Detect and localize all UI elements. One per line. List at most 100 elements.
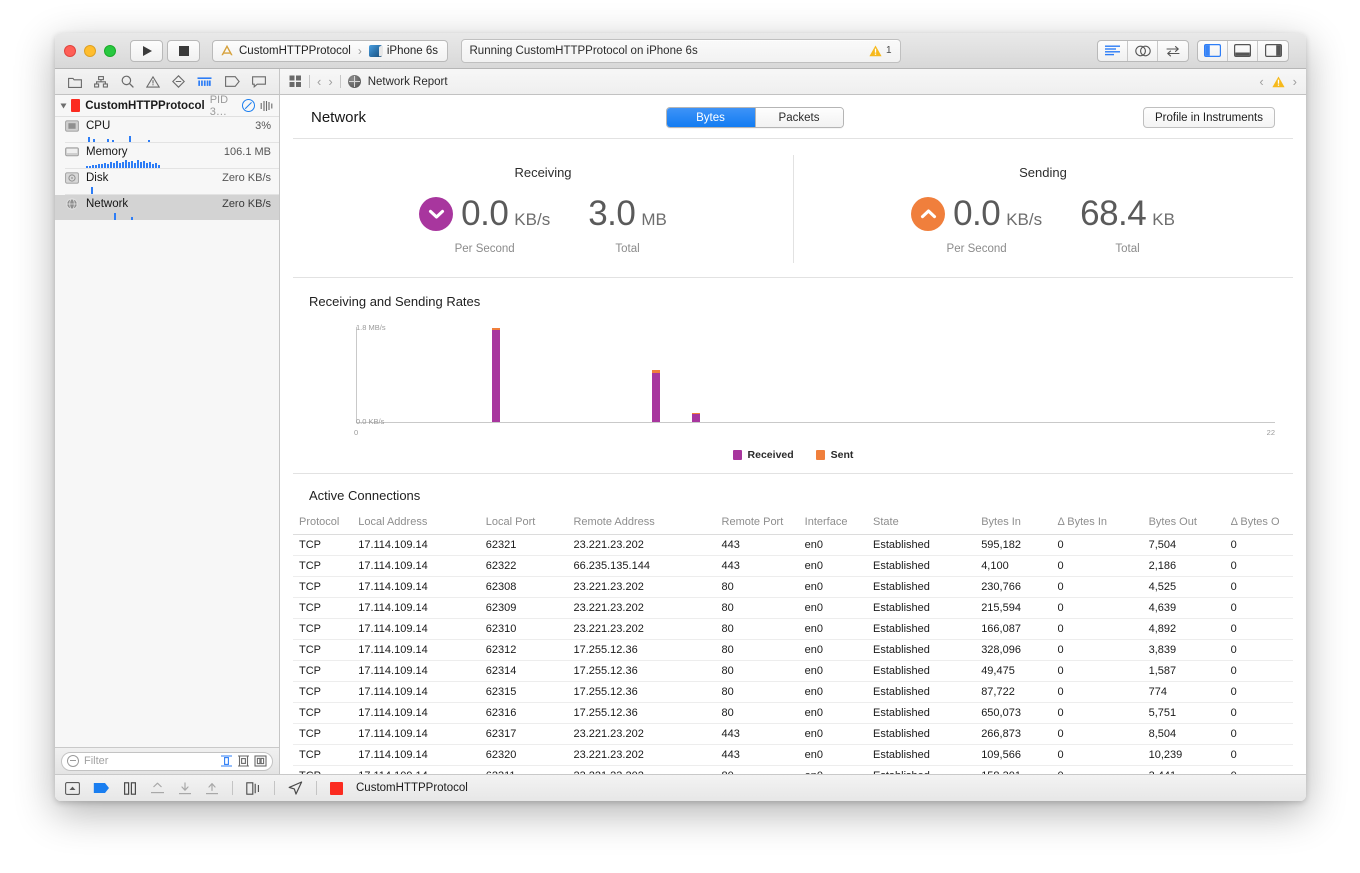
table-row[interactable]: TCP17.114.109.146231217.255.12.3680en0Es… — [293, 640, 1293, 661]
continue-flag-icon[interactable] — [93, 782, 110, 794]
table-row[interactable]: TCP17.114.109.146232123.221.23.202443en0… — [293, 535, 1293, 556]
sidebar-item-network[interactable]: Network Zero KB/s — [55, 195, 279, 220]
table-body: TCP17.114.109.146232123.221.23.202443en0… — [293, 535, 1293, 775]
sidebar-item-disk[interactable]: Disk Zero KB/s — [55, 169, 279, 194]
table-column-header[interactable]: Remote Port — [716, 513, 799, 535]
sidebar-value-disk: Zero KB/s — [222, 172, 271, 184]
toggle-navigator-button[interactable] — [1198, 41, 1228, 61]
next-issue-button[interactable]: › — [1293, 74, 1297, 89]
table-cell: 0 — [1051, 577, 1142, 598]
scheme-selector[interactable]: CustomHTTPProtocol › iPhone 6s — [212, 40, 448, 62]
test-navigator-icon[interactable] — [172, 75, 185, 88]
table-column-header[interactable]: Δ Bytes In — [1051, 513, 1142, 535]
process-name: CustomHTTPProtocol — [85, 100, 204, 112]
project-navigator-icon[interactable] — [68, 76, 82, 88]
simulate-location-icon[interactable] — [288, 781, 303, 795]
table-row[interactable]: TCP17.114.109.146231723.221.23.202443en0… — [293, 724, 1293, 745]
pause-icon[interactable] — [123, 782, 137, 795]
table-cell: 166,087 — [975, 619, 1051, 640]
table-cell: TCP — [293, 766, 352, 775]
table-column-header[interactable]: Δ Bytes O — [1225, 513, 1293, 535]
table-column-header[interactable]: Remote Address — [567, 513, 715, 535]
editor-mode-segmented[interactable] — [1097, 40, 1189, 62]
tab-packets[interactable]: Packets — [755, 108, 843, 127]
table-cell: 17.114.109.14 — [352, 703, 480, 724]
search-navigator-icon[interactable] — [121, 75, 134, 88]
hide-debug-area-icon[interactable] — [65, 782, 80, 795]
previous-issue-button[interactable]: ‹ — [1259, 74, 1263, 89]
toggle-debug-area-button[interactable] — [1228, 41, 1258, 61]
chart-bar-sent — [492, 328, 500, 331]
report-navigator-icon[interactable] — [252, 76, 266, 88]
table-cell: Established — [867, 577, 975, 598]
table-cell: en0 — [799, 640, 867, 661]
stop-button[interactable] — [167, 40, 200, 62]
minimize-window-button[interactable] — [84, 45, 96, 57]
table-column-header[interactable]: Local Port — [480, 513, 568, 535]
sidebar-item-cpu[interactable]: CPU 3% — [55, 117, 279, 142]
tab-bytes[interactable]: Bytes — [667, 108, 755, 127]
profile-in-instruments-button[interactable]: Profile in Instruments — [1143, 107, 1275, 128]
breakpoint-navigator-icon[interactable] — [225, 76, 240, 87]
audio-waveform-icon[interactable] — [260, 100, 273, 112]
warning-triangle-icon[interactable] — [869, 45, 882, 57]
table-row[interactable]: TCP17.114.109.146232023.221.23.202443en0… — [293, 745, 1293, 766]
issue-navigator-icon[interactable] — [146, 76, 160, 88]
filter-scope-3-icon[interactable] — [254, 755, 267, 767]
view-hierarchy-icon[interactable] — [246, 782, 261, 795]
table-cell: 49,475 — [975, 661, 1051, 682]
table-row[interactable]: TCP17.114.109.146232266.235.135.144443en… — [293, 556, 1293, 577]
breadcrumb[interactable]: Network Report — [368, 76, 448, 88]
table-cell: 62317 — [480, 724, 568, 745]
go-back-button[interactable]: ‹ — [317, 74, 321, 89]
table-header-row: ProtocolLocal AddressLocal PortRemote Ad… — [293, 513, 1293, 535]
step-over-icon[interactable] — [150, 782, 165, 794]
filter-scope-1-icon[interactable] — [220, 755, 233, 767]
table-column-header[interactable]: Local Address — [352, 513, 480, 535]
table-row[interactable]: TCP17.114.109.146231023.221.23.20280en0E… — [293, 619, 1293, 640]
pause-process-icon[interactable] — [242, 99, 255, 112]
step-into-icon[interactable] — [178, 782, 192, 795]
step-out-icon[interactable] — [205, 782, 219, 795]
disk-icon — [65, 172, 79, 184]
table-column-header[interactable]: Bytes Out — [1143, 513, 1225, 535]
debug-navigator-icon[interactable] — [197, 76, 212, 88]
version-editor-button[interactable] — [1158, 41, 1188, 61]
table-cell: 4,100 — [975, 556, 1051, 577]
table-row[interactable]: TCP17.114.109.146231617.255.12.3680en0Es… — [293, 703, 1293, 724]
filter-scope-2-icon[interactable] — [237, 755, 250, 767]
go-forward-button[interactable]: › — [328, 74, 332, 89]
process-row[interactable]: CustomHTTPProtocol PID 3… — [55, 95, 279, 117]
activity-status-bar[interactable]: Running CustomHTTPProtocol on iPhone 6s … — [461, 39, 901, 63]
close-window-button[interactable] — [64, 45, 76, 57]
cpu-sparkline — [86, 133, 271, 142]
chart-title: Receiving and Sending Rates — [293, 294, 1293, 309]
toggle-utilities-button[interactable] — [1258, 41, 1288, 61]
run-button[interactable] — [130, 40, 163, 62]
table-row[interactable]: TCP17.114.109.146230823.221.23.20280en0E… — [293, 577, 1293, 598]
arrow-down-icon — [419, 197, 453, 231]
table-row[interactable]: TCP17.114.109.146231517.255.12.3680en0Es… — [293, 682, 1293, 703]
assistant-editor-button[interactable] — [1128, 41, 1158, 61]
table-cell: 17.114.109.14 — [352, 598, 480, 619]
table-cell: 80 — [716, 682, 799, 703]
table-row[interactable]: TCP17.114.109.146231417.255.12.3680en0Es… — [293, 661, 1293, 682]
table-column-header[interactable]: State — [867, 513, 975, 535]
grid-view-icon[interactable] — [289, 75, 302, 88]
table-column-header[interactable]: Bytes In — [975, 513, 1051, 535]
symbol-navigator-icon[interactable] — [94, 76, 108, 88]
zoom-window-button[interactable] — [104, 45, 116, 57]
sidebar-item-memory[interactable]: Memory 106.1 MB — [55, 143, 279, 168]
table-column-header[interactable]: Protocol — [293, 513, 352, 535]
receiving-summary: Receiving 0.0 — [293, 165, 793, 255]
pane-toggle-segmented[interactable] — [1197, 40, 1289, 62]
warning-triangle-icon-small[interactable] — [1272, 76, 1285, 88]
disclosure-triangle-icon[interactable] — [61, 103, 67, 108]
table-row[interactable]: TCP17.114.109.146231123.221.23.20280en0E… — [293, 766, 1293, 775]
window-traffic-lights — [64, 45, 116, 57]
search-input[interactable]: Filter — [61, 752, 273, 771]
bytes-packets-segmented[interactable]: Bytes Packets — [666, 107, 844, 128]
table-column-header[interactable]: Interface — [799, 513, 867, 535]
table-row[interactable]: TCP17.114.109.146230923.221.23.20280en0E… — [293, 598, 1293, 619]
standard-editor-button[interactable] — [1098, 41, 1128, 61]
